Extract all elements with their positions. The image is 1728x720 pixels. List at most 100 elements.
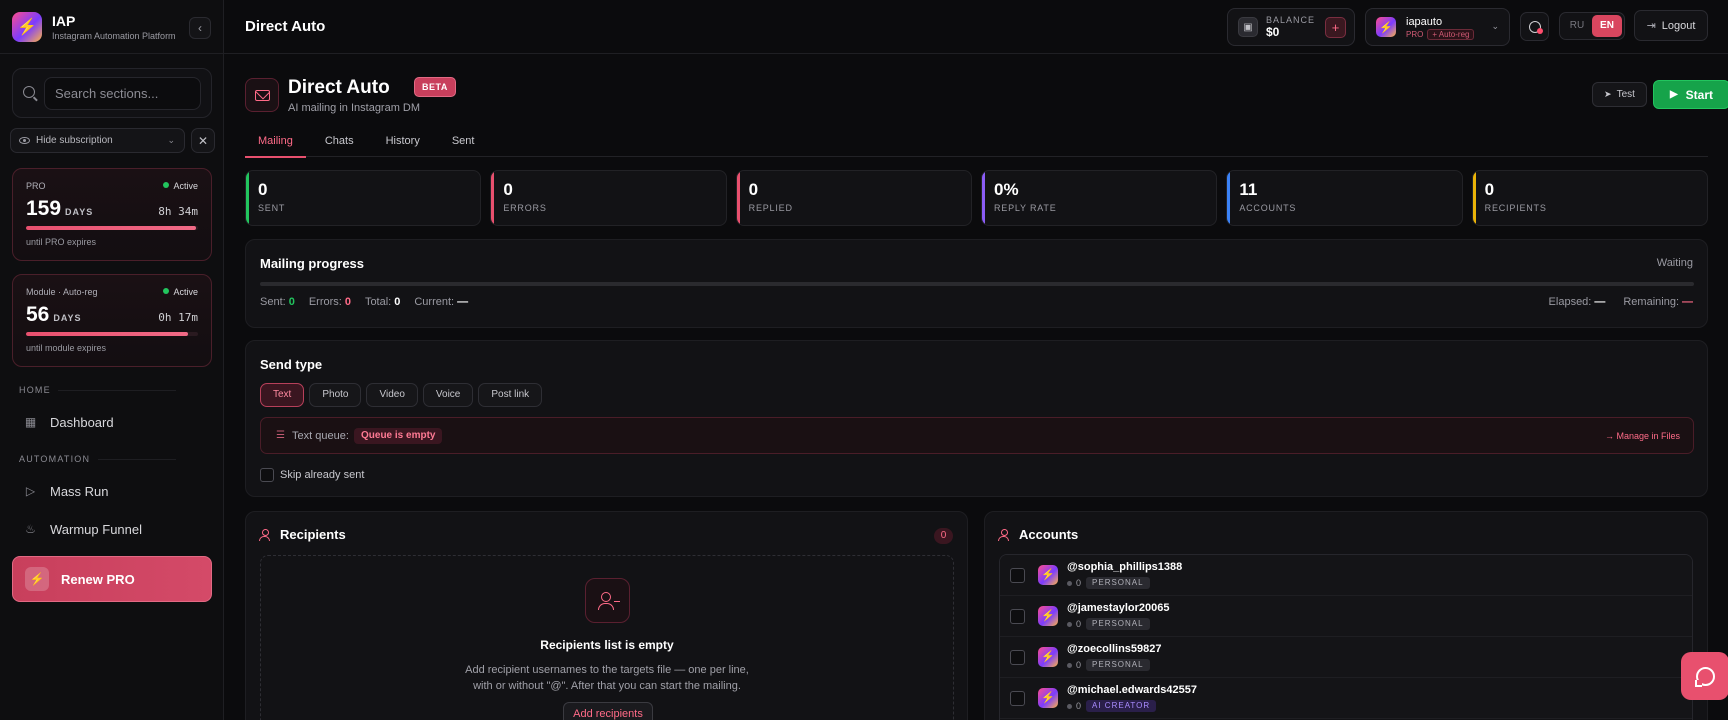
progress-status: Waiting — [1656, 257, 1693, 269]
panel-title: Accounts — [1019, 527, 1079, 542]
days-count: 56 — [26, 303, 50, 326]
send-type-options: Text Photo Video Voice Post link — [260, 383, 543, 407]
subscription-label: PRO — [26, 181, 46, 191]
top-up-button[interactable]: + — [1325, 17, 1346, 38]
skip-label: Skip already sent — [280, 469, 365, 481]
account-count: 0 — [1076, 578, 1082, 588]
send-type-text[interactable]: Text — [260, 383, 305, 407]
stat-accent — [246, 171, 249, 225]
stat-label: ERRORS — [503, 203, 547, 213]
chevron-down-icon: ⌄ — [1491, 21, 1499, 31]
empty-description-line: Add recipient usernames to the targets f… — [465, 664, 749, 676]
stat-label: RECIPIENTS — [1484, 203, 1547, 213]
account-checkbox[interactable] — [1010, 568, 1025, 583]
logout-icon: ⇥ — [1646, 20, 1656, 32]
tab-chats[interactable]: Chats — [312, 130, 367, 157]
tab-history[interactable]: History — [373, 130, 433, 157]
progress-timing: Elapsed: — Remaining: — — [1549, 296, 1693, 308]
send-icon: ➤ — [1604, 89, 1612, 99]
send-type-video[interactable]: Video — [366, 383, 418, 407]
nav-section-home: HOME — [19, 385, 51, 395]
empty-description: Add recipient usernames to the targets f… — [261, 662, 953, 694]
avatar: ⚡ — [1038, 565, 1058, 585]
tab-mailing[interactable]: Mailing — [245, 130, 306, 158]
close-subscription-button[interactable]: ✕ — [191, 128, 215, 153]
wallet-icon: ▣ — [1238, 17, 1258, 37]
bolt-icon: ⚡ — [12, 11, 42, 42]
stat-card-errors: 0 ERRORS — [490, 170, 727, 226]
balance-label: BALANCE — [1266, 15, 1316, 25]
flame-icon: ♨ — [25, 522, 36, 536]
recipients-count-badge: 0 — [934, 528, 953, 544]
send-type-voice[interactable]: Voice — [422, 383, 474, 407]
notifications-button[interactable] — [1520, 12, 1549, 41]
logout-button[interactable]: ⇥ Logout — [1634, 10, 1708, 41]
days-unit: DAYS — [53, 313, 82, 323]
sidebar-item-label: Dashboard — [50, 414, 114, 430]
skip-already-sent-checkbox[interactable] — [260, 468, 274, 482]
account-type-tag: PERSONAL — [1086, 618, 1150, 630]
avatar: ⚡ — [1038, 647, 1058, 667]
skip-already-sent-option[interactable]: Skip already sent — [260, 468, 364, 482]
account-checkbox[interactable] — [1010, 650, 1025, 665]
main-content: Direct Auto ▣ BALANCE $0 + ⚡ iapauto PRO… — [224, 0, 1728, 720]
start-button[interactable]: ▶ Start — [1653, 80, 1728, 109]
search-input[interactable] — [44, 77, 201, 110]
manage-in-files-link[interactable]: → Manage in Files — [1605, 431, 1680, 441]
sidebar-item-mass-run[interactable]: ▷ Mass Run — [12, 474, 212, 508]
collapse-sidebar-button[interactable]: ‹ — [189, 17, 211, 39]
tab-sent[interactable]: Sent — [439, 130, 488, 157]
queue-status-badge: Queue is empty — [354, 428, 443, 444]
subscription-progress — [26, 332, 198, 336]
account-checkbox[interactable] — [1010, 609, 1025, 624]
lang-ru[interactable]: RU — [1562, 15, 1592, 37]
send-type-post-link[interactable]: Post link — [478, 383, 543, 407]
days-count: 159 — [26, 197, 62, 220]
subscription-note: until PRO expires — [26, 237, 97, 247]
mail-icon — [245, 78, 279, 112]
list-item[interactable]: ⚡ @sophia_phillips1388 0 PERSONAL — [1000, 555, 1692, 596]
stat-card-sent: 0 SENT — [245, 170, 482, 226]
sidebar-item-warmup-funnel[interactable]: ♨ Warmup Funnel — [12, 512, 212, 546]
accounts-list: ⚡ @sophia_phillips1388 0 PERSONAL ⚡ @jame… — [999, 554, 1693, 720]
topbar: Direct Auto ▣ BALANCE $0 + ⚡ iapauto PRO… — [224, 0, 1728, 54]
test-label: Test — [1616, 89, 1635, 100]
tab-bar: Mailing Chats History Sent — [245, 130, 1708, 158]
sidebar: ⚡ IAP Instagram Automation Platform ‹ Hi… — [0, 0, 224, 720]
account-menu[interactable]: ⚡ iapauto PRO + Auto-reg ⌄ — [1365, 8, 1510, 46]
list-item[interactable]: ⚡ @michael.edwards42557 0 AI CREATOR — [1000, 678, 1692, 719]
hide-subscription-select[interactable]: Hide subscription ⌄ — [10, 128, 185, 153]
send-type-photo[interactable]: Photo — [309, 383, 362, 407]
hide-subscription-label: Hide subscription — [36, 135, 113, 146]
stat-card-accounts: 11 ACCOUNTS — [1226, 170, 1463, 226]
support-chat-button[interactable] — [1681, 652, 1728, 700]
time-remaining: 8h 34m — [158, 205, 198, 218]
close-icon: ✕ — [197, 133, 209, 148]
subscription-progress-fill — [26, 332, 188, 336]
list-item[interactable]: ⚡ @zoecollins59827 0 PERSONAL — [1000, 637, 1692, 678]
page-header: Direct Auto BETA AI mailing in Instagram… — [245, 77, 1728, 117]
test-button[interactable]: ➤ Test — [1592, 82, 1647, 107]
notification-dot — [1537, 28, 1543, 34]
list-item[interactable]: ⚡ @jamestaylor20065 0 PERSONAL — [1000, 596, 1692, 637]
panel-title: Send type — [260, 357, 323, 372]
lang-en[interactable]: EN — [1592, 15, 1622, 37]
account-checkbox[interactable] — [1010, 691, 1025, 706]
days-unit: DAYS — [65, 207, 94, 217]
current-label: Current: — [414, 296, 455, 308]
stat-value: 0 — [748, 180, 759, 199]
account-plan: PRO — [1406, 29, 1424, 39]
add-recipients-button[interactable]: Add recipients — [563, 702, 653, 720]
account-username: @jamestaylor20065 — [1067, 602, 1170, 614]
text-queue-box: ☰ Text queue: Queue is empty → Manage in… — [260, 417, 1694, 454]
status-dot — [1067, 621, 1072, 627]
balance-widget[interactable]: ▣ BALANCE $0 + — [1227, 8, 1355, 46]
renew-pro-button[interactable]: ⚡ Renew PRO — [12, 556, 212, 602]
divider — [98, 459, 176, 460]
sidebar-item-dashboard[interactable]: ▦ Dashboard — [12, 405, 212, 439]
nav-section-automation: AUTOMATION — [19, 454, 91, 464]
play-icon: ▶ — [1669, 89, 1678, 100]
account-name: iapauto — [1406, 15, 1443, 28]
mailing-progress-panel: Mailing progress Waiting Sent: 0 Errors: 0… — [245, 239, 1708, 328]
remaining-value: — — [1682, 296, 1693, 308]
